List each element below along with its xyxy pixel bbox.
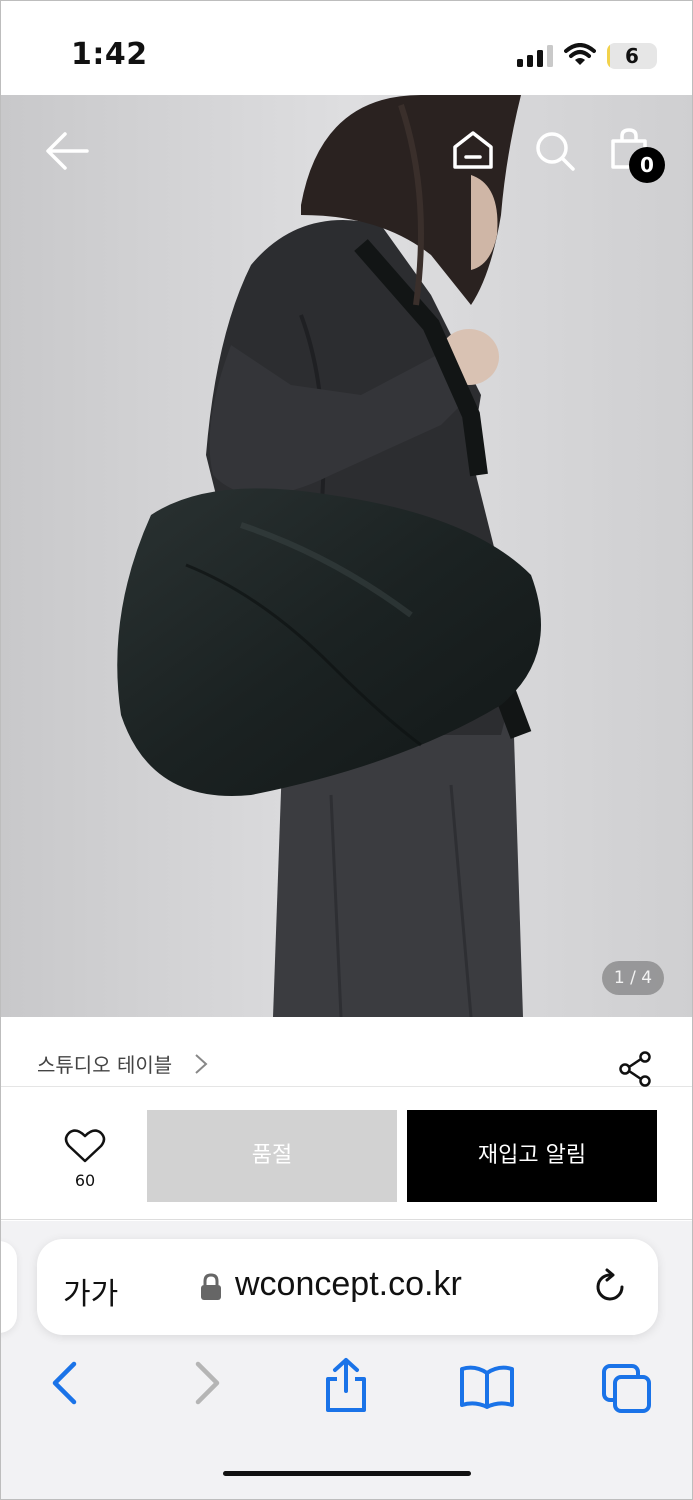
home-indicator <box>223 1471 471 1476</box>
search-icon[interactable] <box>533 129 577 173</box>
share-icon[interactable] <box>618 1051 654 1087</box>
previous-tab-preview[interactable] <box>1 1241 17 1333</box>
status-bar: 1:42 6 <box>1 1 692 95</box>
wishlist-button[interactable]: 60 <box>63 1128 107 1190</box>
cellular-signal-icon <box>517 45 553 67</box>
chevron-right-icon <box>195 1054 208 1074</box>
back-arrow-icon[interactable] <box>45 131 89 171</box>
browser-share-icon[interactable] <box>323 1357 369 1413</box>
url-text[interactable]: wconcept.co.kr <box>235 1265 462 1304</box>
tabs-icon[interactable] <box>601 1363 653 1415</box>
soldout-button: 품절 <box>147 1110 397 1202</box>
brand-link[interactable]: 스튜디오 테이블 <box>37 1049 172 1078</box>
battery-level: 6 <box>625 44 639 68</box>
bookmarks-icon[interactable] <box>459 1365 515 1409</box>
browser-back-icon[interactable] <box>49 1361 79 1405</box>
browser-forward-icon[interactable] <box>193 1361 223 1405</box>
home-icon[interactable] <box>451 129 495 171</box>
purchase-action-bar: 60 품절 재입고 알림 <box>1 1088 692 1220</box>
address-bar[interactable]: 가가 wconcept.co.kr <box>37 1239 658 1335</box>
product-image-gallery[interactable]: 0 1 / 4 <box>1 95 692 1017</box>
battery-icon: 6 <box>607 43 657 69</box>
status-time: 1:42 <box>71 37 148 72</box>
wishlist-count: 60 <box>74 1171 96 1190</box>
product-photo <box>1 95 692 1017</box>
cart-count-badge: 0 <box>629 147 665 183</box>
wifi-icon <box>564 43 596 65</box>
image-counter: 1 / 4 <box>602 961 664 995</box>
text-size-button[interactable]: 가가 <box>63 1269 118 1313</box>
brand-row: 스튜디오 테이블 <box>1 1017 692 1087</box>
phone-screen: 1:42 6 0 1 / 4 스튜디오 테이블 60 품절 재입고 알림 가가 … <box>0 0 693 1500</box>
restock-alert-button[interactable]: 재입고 알림 <box>407 1110 657 1202</box>
heart-icon <box>64 1129 106 1163</box>
lock-icon <box>201 1273 221 1300</box>
reload-icon[interactable] <box>593 1267 629 1307</box>
